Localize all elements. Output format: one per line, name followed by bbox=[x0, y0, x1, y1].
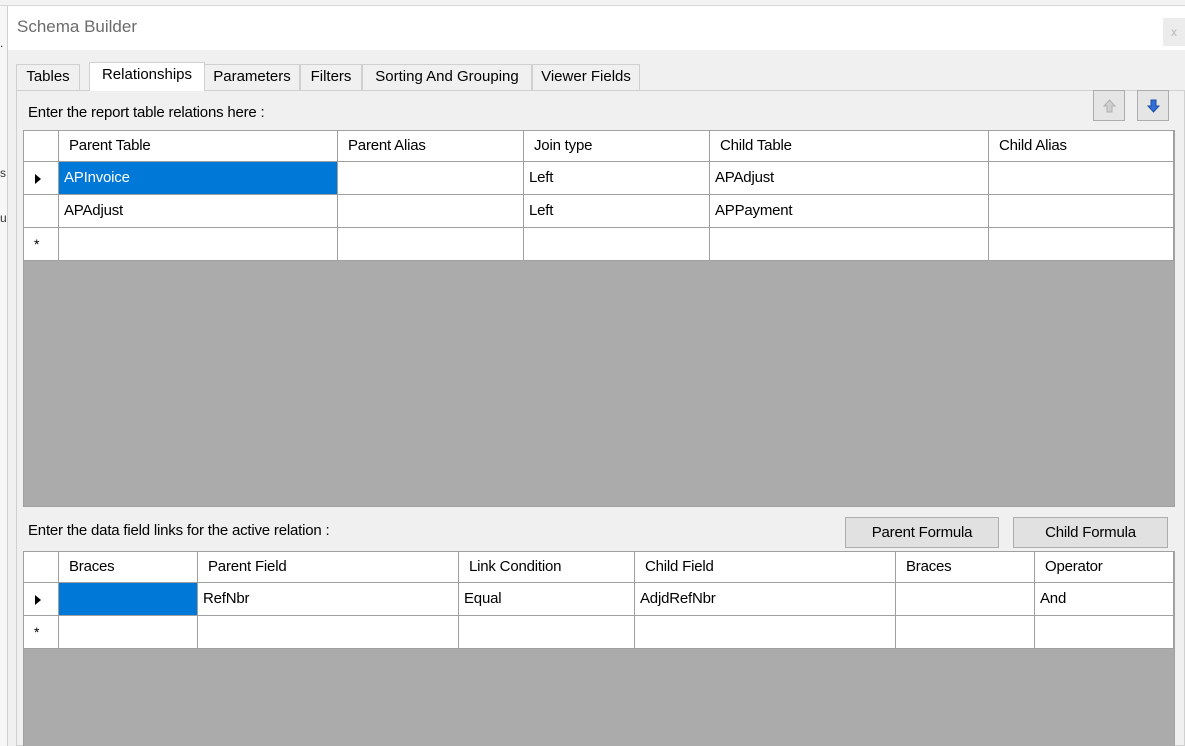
join-type-cell[interactable] bbox=[524, 228, 710, 261]
child-table-cell[interactable]: APPayment bbox=[710, 195, 989, 228]
tab-filters[interactable]: Filters bbox=[300, 64, 362, 90]
operator-cell[interactable] bbox=[1035, 616, 1174, 649]
row-header[interactable] bbox=[24, 195, 59, 228]
new-row-marker-icon: * bbox=[34, 624, 40, 640]
relations-header-row: Parent Table Parent Alias Join type Chil… bbox=[24, 131, 1174, 162]
parent-field-cell[interactable] bbox=[198, 616, 459, 649]
child-table-cell[interactable] bbox=[710, 228, 989, 261]
tab-parameters[interactable]: Parameters bbox=[204, 64, 300, 90]
row-header[interactable]: * bbox=[24, 228, 59, 261]
close-button[interactable]: x bbox=[1163, 18, 1185, 46]
parent-alias-cell[interactable] bbox=[338, 228, 524, 261]
background-window-edge: . s u bbox=[0, 6, 8, 746]
table-row[interactable]: RefNbr Equal AdjdRefNbr And bbox=[24, 583, 1174, 616]
child-alias-cell[interactable] bbox=[989, 162, 1174, 195]
child-alias-cell[interactable] bbox=[989, 228, 1174, 261]
new-row[interactable]: * bbox=[24, 228, 1174, 261]
parent-field-cell[interactable]: RefNbr bbox=[198, 583, 459, 616]
row-header[interactable] bbox=[24, 162, 59, 195]
current-row-indicator-icon bbox=[35, 174, 41, 184]
links-hint: Enter the data field links for the activ… bbox=[28, 522, 330, 539]
column-header-child-table[interactable]: Child Table bbox=[710, 131, 989, 162]
links-header-row: Braces Parent Field Link Condition Child… bbox=[24, 552, 1174, 583]
tab-tables[interactable]: Tables bbox=[16, 64, 80, 90]
row-header[interactable]: * bbox=[24, 616, 59, 649]
column-header-child-alias[interactable]: Child Alias bbox=[989, 131, 1174, 162]
operator-cell[interactable]: And bbox=[1035, 583, 1174, 616]
child-table-cell[interactable]: APAdjust bbox=[710, 162, 989, 195]
column-header-braces-close[interactable]: Braces bbox=[896, 552, 1035, 583]
arrow-up-icon bbox=[1103, 99, 1116, 113]
tab-relationships[interactable]: Relationships bbox=[89, 62, 205, 91]
window-title: Schema Builder bbox=[17, 17, 138, 36]
table-row[interactable]: APAdjust Left APPayment bbox=[24, 195, 1174, 228]
parent-alias-cell[interactable] bbox=[338, 162, 524, 195]
current-row-indicator-icon bbox=[35, 595, 41, 605]
arrow-down-icon bbox=[1147, 99, 1160, 113]
parent-table-cell[interactable] bbox=[59, 228, 338, 261]
child-field-cell[interactable]: AdjdRefNbr bbox=[635, 583, 896, 616]
join-type-cell[interactable]: Left bbox=[524, 162, 710, 195]
move-down-button[interactable] bbox=[1137, 90, 1169, 121]
parent-formula-button[interactable]: Parent Formula bbox=[845, 517, 999, 548]
move-up-button[interactable] bbox=[1093, 90, 1125, 121]
link-condition-cell[interactable] bbox=[459, 616, 635, 649]
table-row[interactable]: APInvoice Left APAdjust bbox=[24, 162, 1174, 195]
braces-open-cell[interactable] bbox=[59, 583, 198, 616]
braces-close-cell[interactable] bbox=[896, 616, 1035, 649]
parent-table-cell[interactable]: APAdjust bbox=[59, 195, 338, 228]
join-type-cell[interactable]: Left bbox=[524, 195, 710, 228]
row-header[interactable] bbox=[24, 583, 59, 616]
child-formula-button[interactable]: Child Formula bbox=[1013, 517, 1168, 548]
relations-grid[interactable]: Parent Table Parent Alias Join type Chil… bbox=[23, 130, 1175, 507]
tab-viewer-fields[interactable]: Viewer Fields bbox=[532, 64, 640, 90]
row-header-corner bbox=[24, 552, 59, 583]
links-grid[interactable]: Braces Parent Field Link Condition Child… bbox=[23, 551, 1175, 746]
tab-sorting-and-grouping[interactable]: Sorting And Grouping bbox=[362, 64, 532, 90]
child-field-cell[interactable] bbox=[635, 616, 896, 649]
new-row[interactable]: * bbox=[24, 616, 1174, 649]
new-row-marker-icon: * bbox=[34, 236, 40, 252]
parent-alias-cell[interactable] bbox=[338, 195, 524, 228]
braces-close-cell[interactable] bbox=[896, 583, 1035, 616]
column-header-link-condition[interactable]: Link Condition bbox=[459, 552, 635, 583]
column-header-operator[interactable]: Operator bbox=[1035, 552, 1174, 583]
column-header-child-field[interactable]: Child Field bbox=[635, 552, 896, 583]
child-alias-cell[interactable] bbox=[989, 195, 1174, 228]
title-bar: Schema Builder x bbox=[8, 6, 1185, 50]
column-header-join-type[interactable]: Join type bbox=[524, 131, 710, 162]
column-header-braces-open[interactable]: Braces bbox=[59, 552, 198, 583]
parent-table-cell[interactable]: APInvoice bbox=[59, 162, 338, 195]
row-header-corner bbox=[24, 131, 59, 162]
column-header-parent-table[interactable]: Parent Table bbox=[59, 131, 338, 162]
column-header-parent-field[interactable]: Parent Field bbox=[198, 552, 459, 583]
relations-hint: Enter the report table relations here : bbox=[28, 104, 265, 121]
link-condition-cell[interactable]: Equal bbox=[459, 583, 635, 616]
braces-open-cell[interactable] bbox=[59, 616, 198, 649]
column-header-parent-alias[interactable]: Parent Alias bbox=[338, 131, 524, 162]
